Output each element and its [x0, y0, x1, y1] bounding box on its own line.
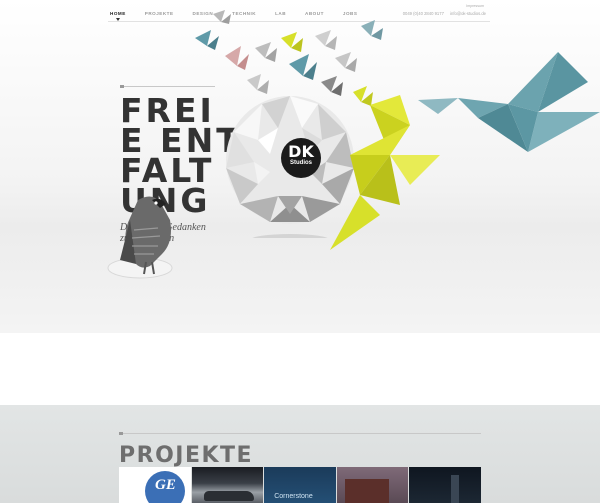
dk-studios-logo[interactable]: DK Studios — [281, 138, 321, 178]
projects-thumbnails: GE Cornerstone — [119, 467, 481, 503]
logo-text: DK — [288, 142, 314, 161]
falcon-illustration — [107, 196, 173, 279]
origami-bird-icon — [281, 32, 303, 52]
nav-home[interactable]: HOME — [110, 11, 126, 21]
origami-bird-icon — [225, 46, 249, 70]
project-thumb-cornerstone[interactable]: Cornerstone — [264, 467, 336, 503]
origami-bird-icon — [315, 30, 337, 50]
projects-heading: PROJEKTE — [119, 443, 254, 468]
contact-info: 0049 (0)40 2840 9177 info@ok-studios.de — [403, 11, 486, 16]
content-spacer — [0, 333, 600, 405]
origami-bird-icon — [321, 76, 343, 96]
car-icon — [203, 491, 254, 501]
project-thumb-ge[interactable]: GE — [119, 467, 191, 503]
nav-projekte[interactable]: PROJEKTE — [145, 11, 174, 16]
impressum-link[interactable]: Impressum — [466, 4, 484, 8]
origami-bird-icon — [255, 42, 277, 62]
project-thumb-label: Cornerstone — [274, 493, 313, 500]
project-thumb-car[interactable] — [191, 467, 264, 503]
phone-number: 0049 (0)40 2840 9177 — [402, 11, 444, 16]
email-link[interactable]: info@ok-studios.de — [450, 11, 486, 16]
projects-rule — [119, 432, 481, 435]
origami-bird-icon — [335, 52, 357, 72]
tower-icon — [451, 475, 460, 503]
teal-origami-bird — [418, 52, 600, 152]
origami-bird-icon — [289, 54, 317, 80]
logo-subtext: Studios — [290, 160, 312, 166]
project-thumb-night[interactable] — [409, 467, 481, 503]
origami-bird-icon — [213, 10, 231, 24]
origami-bird-icon — [195, 30, 219, 50]
project-thumb-label: GE — [155, 477, 176, 493]
project-thumb-building[interactable] — [336, 467, 409, 503]
origami-bird-icon — [247, 74, 269, 94]
building-icon — [344, 479, 389, 503]
origami-bird-icon — [361, 20, 383, 40]
